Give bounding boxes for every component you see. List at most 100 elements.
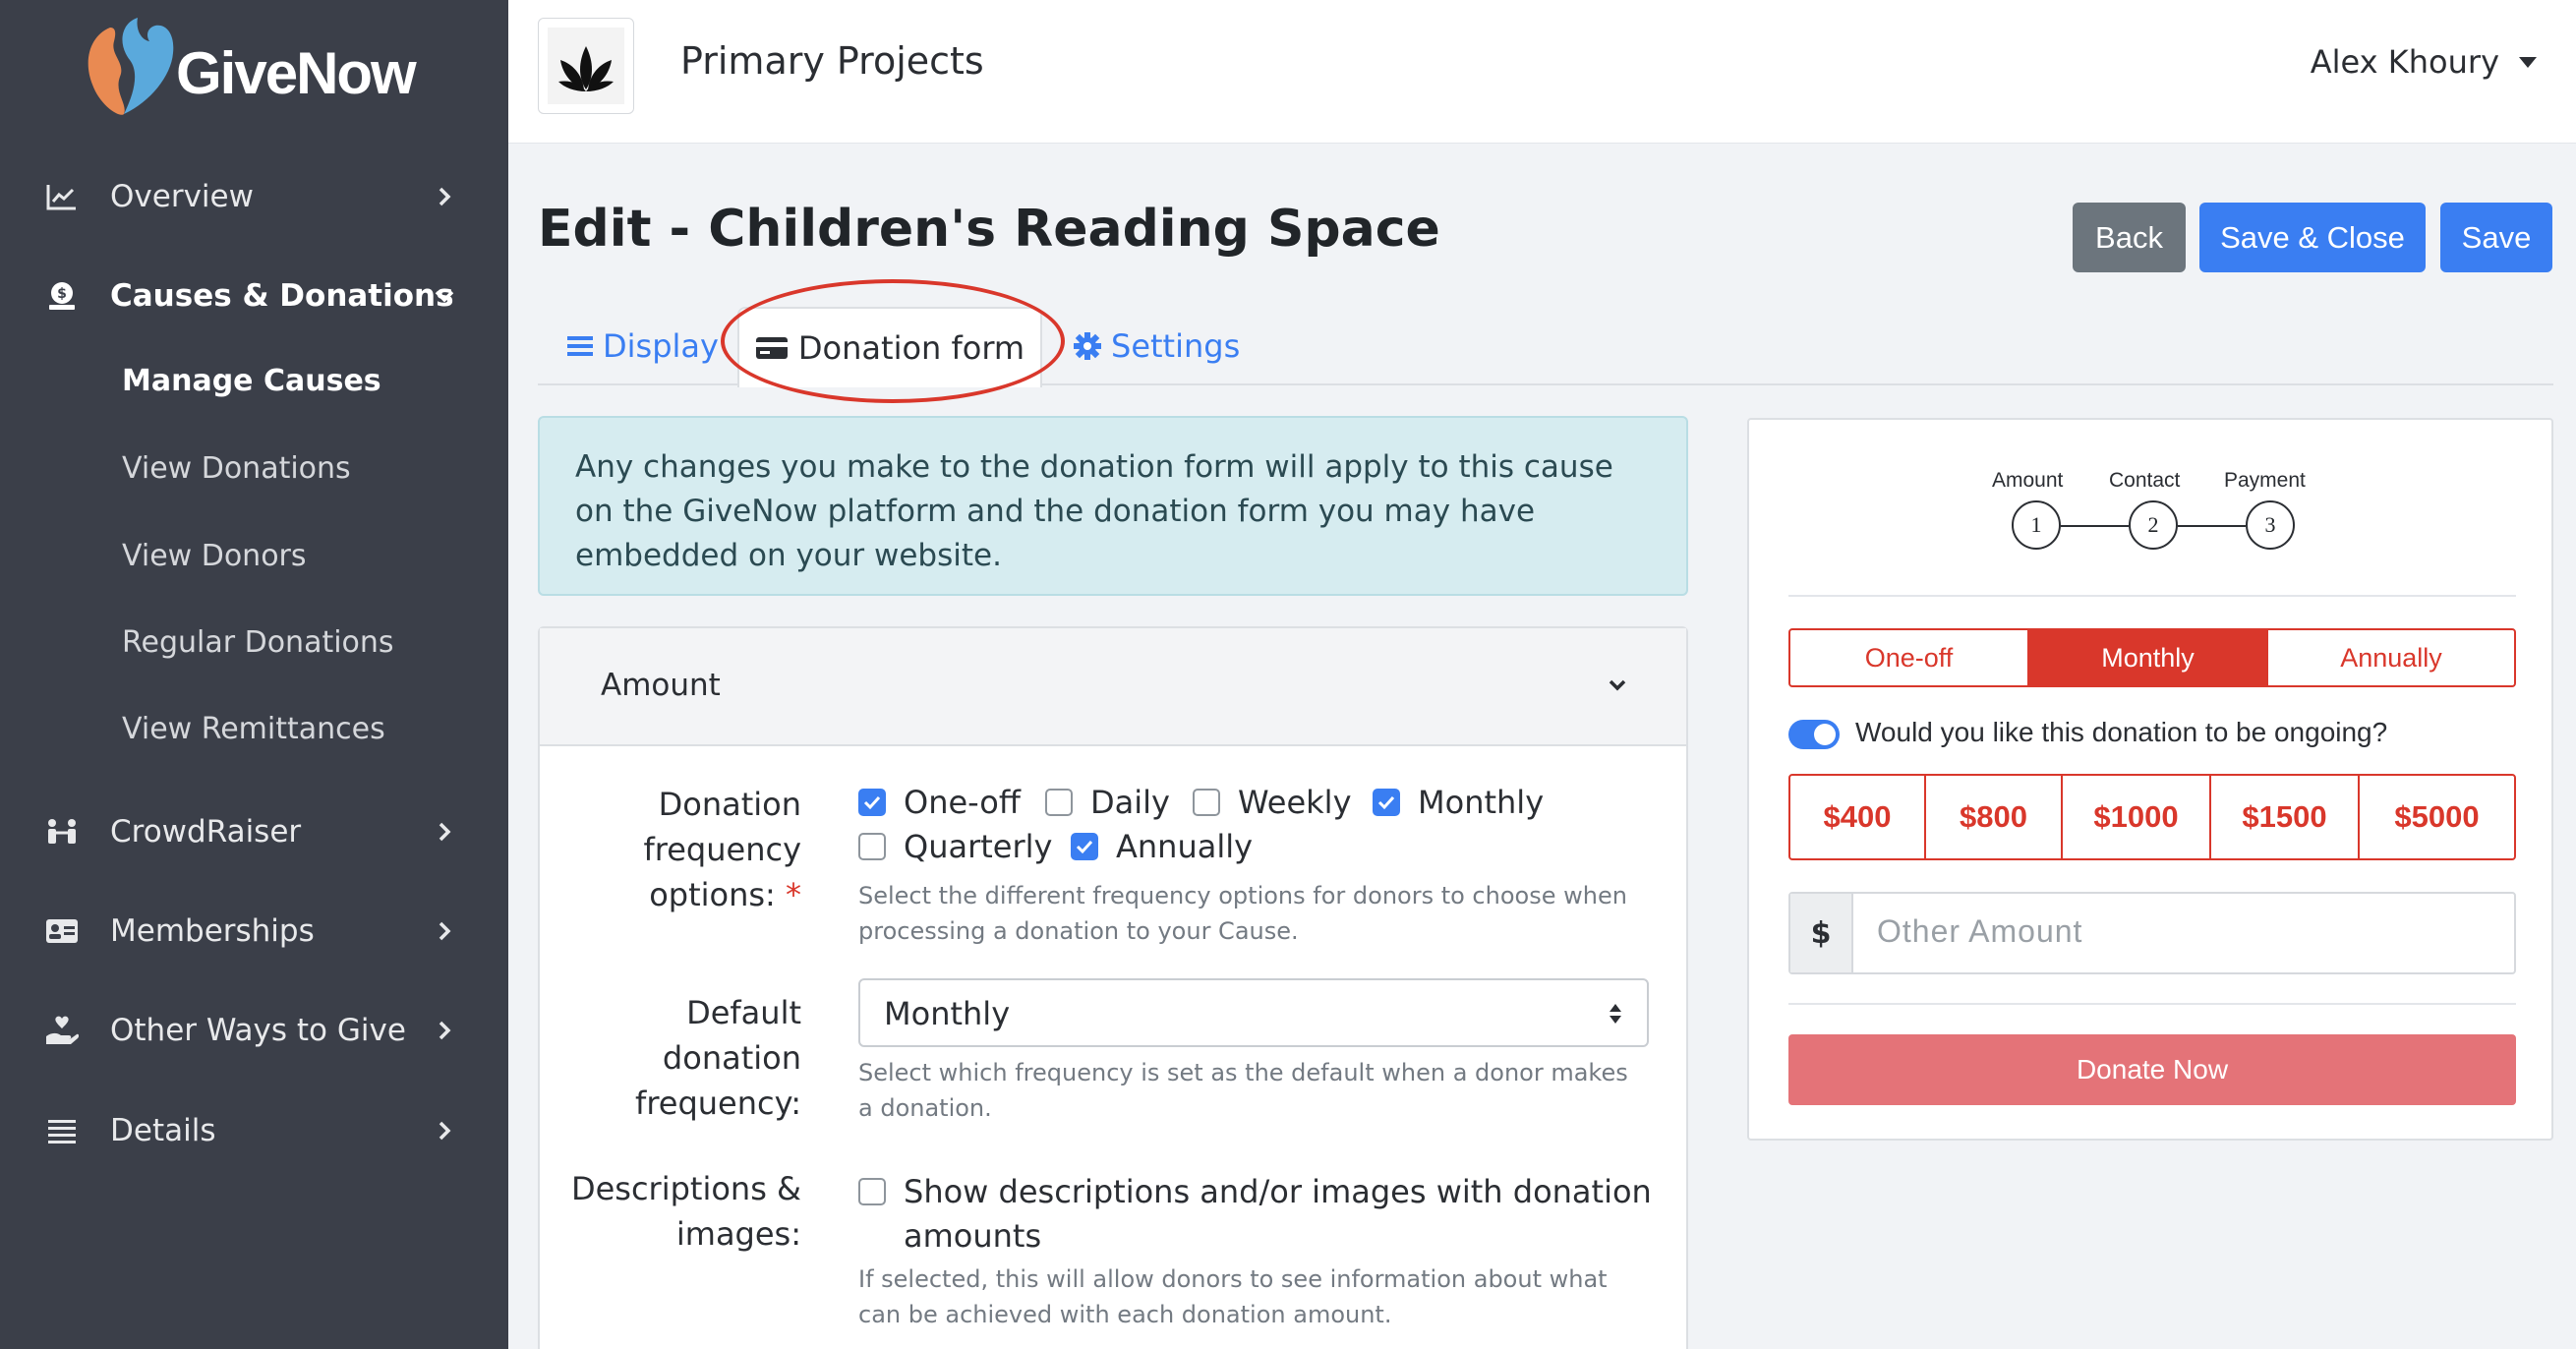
sidebar-item-label: Details [110, 1113, 216, 1148]
checkbox-label: Quarterly [904, 828, 1053, 865]
default-help-text: Select which frequency is set as the def… [858, 1059, 1628, 1122]
preview-amount-button[interactable]: $800 [1924, 774, 2063, 860]
sidebar-item-other-ways-to-give[interactable]: Other Ways to Give [0, 991, 508, 1070]
sidebar-subitem-regular-donations[interactable]: Regular Donations [122, 625, 394, 660]
checkbox-label: Monthly [1418, 784, 1545, 821]
checkbox-box[interactable] [1071, 833, 1098, 860]
list-icon [567, 334, 593, 358]
sidebar-item-details[interactable]: Details [0, 1091, 508, 1170]
checkbox-label: Annually [1116, 828, 1254, 865]
descriptions-help-text: If selected, this will allow donors to s… [858, 1265, 1608, 1328]
checkbox-box[interactable] [1373, 789, 1400, 816]
checkbox-box[interactable] [858, 1178, 886, 1205]
people-icon [45, 815, 79, 849]
preview-frequency-one-off[interactable]: One-off [1788, 628, 2029, 687]
divider [1788, 1003, 2516, 1005]
page-title: Edit - Children's Reading Space [538, 200, 1440, 259]
sidebar-subitem-manage-causes[interactable]: Manage Causes [122, 364, 381, 398]
top-header: Primary Projects Alex Khoury [508, 0, 2576, 144]
tab-label: Settings [1111, 327, 1241, 365]
checkbox-show-descriptions[interactable]: Show descriptions and/or images with don… [858, 1170, 1652, 1259]
checkbox-box[interactable] [1193, 789, 1220, 816]
save-button[interactable]: Save [2440, 203, 2552, 272]
currency-prefix: $ [1790, 894, 1853, 972]
back-button[interactable]: Back [2073, 203, 2186, 272]
givenow-logo[interactable]: GiveNow [81, 16, 435, 124]
step-1-circle: 1 [2012, 500, 2061, 550]
sidebar-item-overview[interactable]: Overview [0, 157, 508, 236]
sidebar-subitem-view-donations[interactable]: View Donations [122, 451, 351, 486]
default-frequency-select[interactable]: Monthly [858, 978, 1649, 1047]
step-connector [2178, 525, 2246, 527]
step-2-circle: 2 [2129, 500, 2178, 550]
step-label-contact: Contact [2109, 469, 2181, 492]
sidebar-subitem-view-donors[interactable]: View Donors [122, 539, 307, 573]
givenow-logo-icon [88, 18, 174, 115]
user-menu[interactable]: Alex Khoury [2311, 43, 2537, 81]
label-line: Default [686, 994, 801, 1031]
lotus-leaf-icon [548, 28, 624, 104]
switch-knob [1814, 724, 1836, 745]
preview-amount-button[interactable]: $5000 [2358, 774, 2516, 860]
checkbox-label: Show descriptions and/or images with don… [904, 1170, 1652, 1259]
sidebar-item-label: Memberships [110, 913, 315, 949]
ongoing-label: Would you like this donation to be ongoi… [1855, 717, 2388, 747]
checkbox-annually[interactable]: Annually [1071, 828, 1253, 865]
label-line: images: [675, 1215, 801, 1253]
step-3-circle: 3 [2246, 500, 2295, 550]
check-icon [1377, 795, 1395, 810]
user-name: Alex Khoury [2310, 43, 2499, 81]
checkbox-label: One-off [904, 784, 1021, 821]
label-line: donation [662, 1039, 801, 1077]
other-amount-input[interactable]: $ Other Amount [1788, 892, 2516, 974]
checkbox-box[interactable] [858, 833, 886, 860]
checkbox-monthly[interactable]: Monthly [1373, 784, 1544, 821]
sidebar: GiveNow Overview $ Causes & Donations Ma… [0, 0, 508, 1349]
sort-arrows-icon [1610, 1004, 1621, 1024]
caret-down-icon [2519, 56, 2537, 68]
money-bag-icon: $ [45, 279, 79, 313]
preview-amount-button[interactable]: $1000 [2061, 774, 2211, 860]
label-line: amounts [904, 1217, 1042, 1255]
checkbox-box[interactable] [858, 789, 886, 816]
label-line: options: [649, 876, 776, 913]
sidebar-subitem-view-remittances[interactable]: View Remittances [122, 712, 385, 746]
chevron-right-icon [439, 1021, 451, 1040]
frequency-options-label: Donation frequency options: * [551, 782, 802, 917]
checkbox-one-off[interactable]: One-off [858, 784, 1021, 821]
sidebar-item-crowdraiser[interactable]: CrowdRaiser [0, 792, 508, 871]
donation-form-preview: Amount Contact Payment 1 2 3 One-off Mon… [1747, 418, 2553, 1141]
section-title: Amount [601, 668, 721, 703]
checkbox-daily[interactable]: Daily [1045, 784, 1170, 821]
sidebar-item-causes-donations[interactable]: $ Causes & Donations [0, 257, 508, 335]
info-alert: Any changes you make to the donation for… [538, 416, 1688, 596]
preview-amount-button[interactable]: $1500 [2209, 774, 2360, 860]
preview-frequency-annually[interactable]: Annually [2266, 628, 2516, 687]
sidebar-item-memberships[interactable]: Memberships [0, 892, 508, 970]
id-card-icon [45, 914, 79, 948]
ongoing-toggle-switch[interactable] [1788, 720, 1840, 749]
sidebar-item-label: Other Ways to Give [110, 1013, 406, 1048]
label-line: Donation [658, 786, 801, 823]
donate-now-button[interactable]: Donate Now [1788, 1034, 2516, 1105]
chevron-right-icon [439, 921, 451, 941]
checkbox-weekly[interactable]: Weekly [1193, 784, 1352, 821]
chevron-down-icon [435, 290, 454, 303]
tab-settings[interactable]: Settings [1074, 307, 1240, 385]
step-label-amount: Amount [1992, 469, 2064, 492]
save-close-button[interactable]: Save & Close [2199, 203, 2426, 272]
gear-icon [1074, 332, 1101, 360]
amount-section-header[interactable]: Amount [540, 628, 1686, 746]
svg-text:$: $ [57, 286, 67, 302]
annotation-circle [721, 279, 1065, 403]
chevron-right-icon [439, 822, 451, 842]
project-logo[interactable] [538, 18, 634, 114]
checkbox-quarterly[interactable]: Quarterly [858, 828, 1052, 865]
preview-amount-button[interactable]: $400 [1788, 774, 1926, 860]
checkbox-box[interactable] [1045, 789, 1073, 816]
tab-display[interactable]: Display [567, 307, 719, 385]
preview-frequency-monthly[interactable]: Monthly [2027, 628, 2268, 687]
chart-line-icon [45, 180, 79, 213]
chevron-right-icon [439, 187, 451, 206]
brand-name: GiveNow [176, 40, 417, 106]
